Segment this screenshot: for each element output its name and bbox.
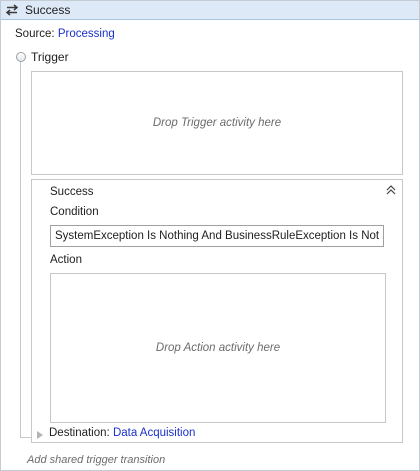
destination-link[interactable]: Data Acquisition xyxy=(113,427,195,439)
trigger-node-icon xyxy=(16,52,26,62)
header-title: Success xyxy=(25,3,71,17)
trigger-drop-hint: Drop Trigger activity here xyxy=(152,117,282,129)
condition-input[interactable] xyxy=(50,225,384,247)
action-label: Action xyxy=(50,254,82,266)
destination-row: Destination: Data Acquisition xyxy=(49,427,195,439)
action-drop-hint: Drop Action activity here xyxy=(155,342,281,354)
transition-header[interactable]: Success xyxy=(1,1,419,20)
transition-panel: Success Condition Action Drop Action act… xyxy=(31,179,403,443)
collapse-icon[interactable] xyxy=(385,184,397,196)
transition-designer: Success Source: Processing Trigger Drop … xyxy=(0,0,420,471)
transition-title: Success xyxy=(50,186,94,198)
source-row: Source: Processing xyxy=(15,28,115,40)
source-label: Source: xyxy=(15,28,55,40)
source-link[interactable]: Processing xyxy=(58,28,115,40)
destination-arrow-icon xyxy=(37,431,43,439)
trigger-label: Trigger xyxy=(31,50,69,64)
transition-icon xyxy=(4,3,20,17)
connector-line xyxy=(20,60,21,438)
condition-label: Condition xyxy=(50,206,99,218)
add-shared-trigger-link[interactable]: Add shared trigger transition xyxy=(27,454,165,466)
destination-label: Destination: xyxy=(49,427,110,439)
action-drop-zone[interactable]: Drop Action activity here xyxy=(50,273,386,423)
trigger-drop-zone[interactable]: Drop Trigger activity here xyxy=(31,71,403,175)
